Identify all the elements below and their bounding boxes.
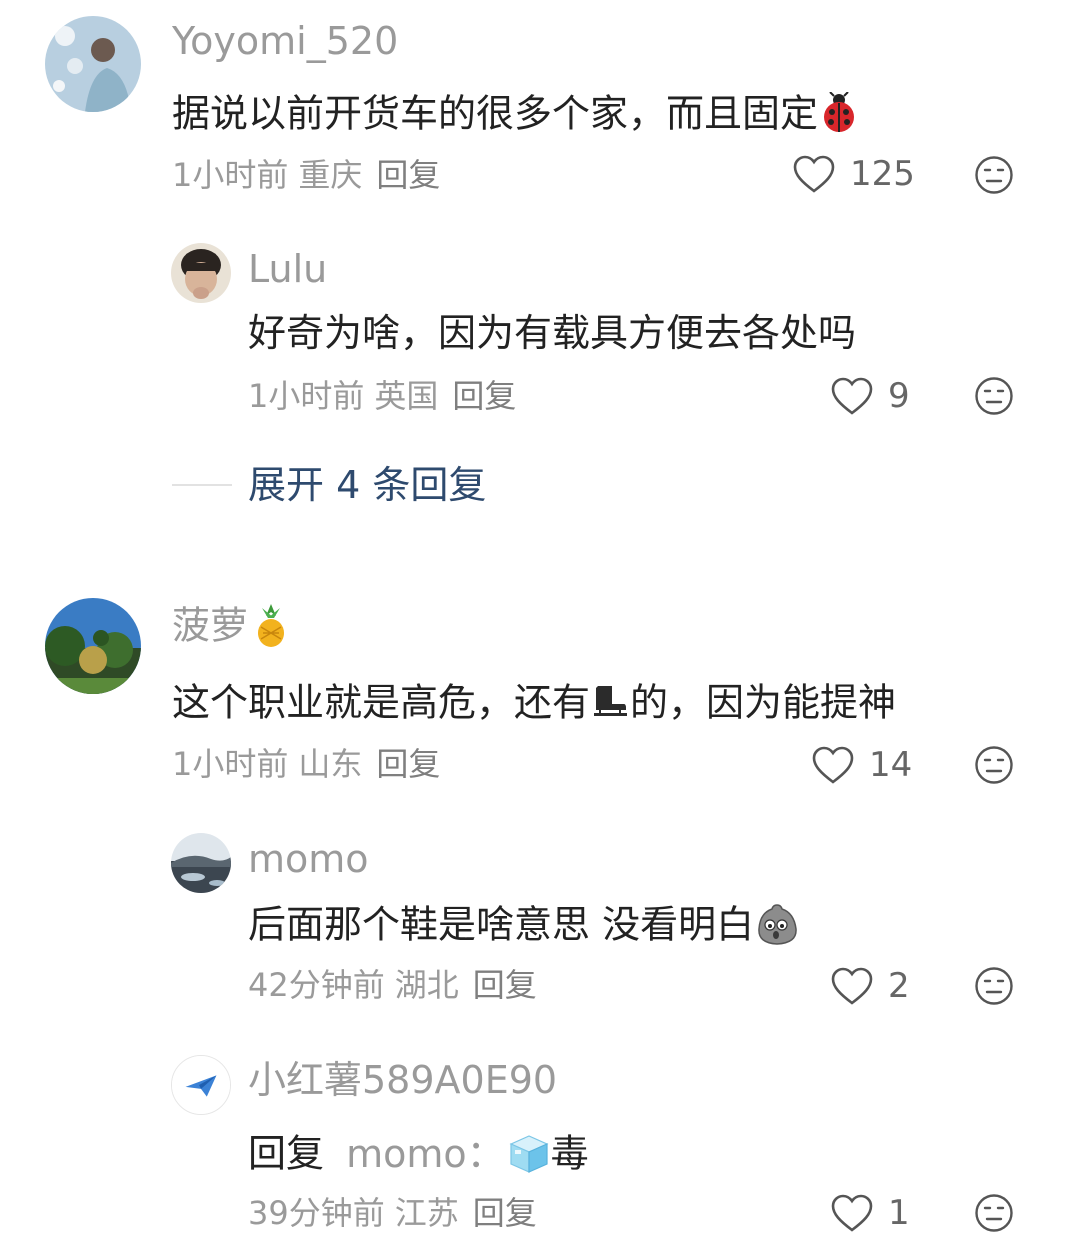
like-count: 125	[850, 154, 915, 194]
meh-face-icon[interactable]	[974, 1193, 1014, 1233]
location: 英国	[374, 377, 439, 415]
grey-blob-emoji	[754, 901, 800, 953]
meh-face-icon[interactable]	[974, 966, 1014, 1006]
like-button[interactable]: 2	[830, 966, 910, 1006]
username[interactable]: momo	[248, 840, 369, 878]
like-button[interactable]: 9	[830, 376, 910, 416]
comment-text-content: 据说以前开货车的很多个家，而且固定	[172, 91, 819, 136]
timestamp: 1小时前	[248, 377, 365, 415]
like-count: 9	[888, 376, 910, 416]
like-count: 14	[869, 745, 913, 785]
avatar[interactable]	[171, 1055, 231, 1115]
comment-text: 据说以前开货车的很多个家，而且固定	[172, 91, 860, 140]
like-button[interactable]: 125	[792, 154, 915, 194]
comment-text: 回复 momo： 毒	[248, 1130, 589, 1182]
ladybug-emoji	[818, 91, 860, 140]
comment-meta: 1小时前 重庆 回复	[172, 159, 440, 191]
ice-skate-emoji	[590, 682, 630, 728]
pineapple-emoji	[254, 602, 288, 654]
reply-button[interactable]: 回复	[452, 377, 516, 415]
heart-outline-icon	[831, 967, 873, 1005]
avatar[interactable]	[45, 598, 141, 694]
comment-text-content: 后面那个鞋是啥意思 没看明白	[248, 902, 755, 947]
timestamp: 39分钟前	[248, 1194, 385, 1232]
reply-prefix: 回复	[248, 1131, 325, 1176]
reply-button[interactable]: 回复	[376, 745, 440, 783]
reply-button[interactable]: 回复	[376, 156, 440, 194]
comment-text-content: 毒	[550, 1131, 589, 1176]
timestamp: 1小时前	[172, 156, 289, 194]
comment-text: 后面那个鞋是啥意思 没看明白	[248, 901, 800, 953]
location: 重庆	[298, 156, 363, 194]
meh-face-icon[interactable]	[974, 155, 1014, 195]
like-button[interactable]: 1	[830, 1193, 910, 1233]
timestamp: 42分钟前	[248, 966, 385, 1004]
meh-face-icon[interactable]	[974, 376, 1014, 416]
ice-cube-emoji	[505, 1130, 551, 1182]
heart-outline-icon	[793, 155, 835, 193]
reply-button[interactable]: 回复	[473, 966, 537, 1004]
comment-text: 这个职业就是高危，还有 的，因为能提神	[172, 682, 896, 728]
username[interactable]: 小红薯589A0E90	[248, 1061, 557, 1099]
comment-text-part1: 这个职业就是高危，还有	[172, 680, 591, 725]
reply-button[interactable]: 回复	[473, 1194, 537, 1232]
reply-target[interactable]: momo：	[346, 1132, 505, 1176]
heart-outline-icon	[812, 746, 854, 784]
comment-text: 好奇为啥，因为有载具方便去各处吗	[248, 311, 857, 355]
like-count: 2	[888, 966, 910, 1006]
avatar[interactable]	[45, 16, 141, 112]
comment-text-part2: 的，因为能提神	[630, 680, 897, 725]
heart-outline-icon	[831, 377, 873, 415]
comment-meta: 39分钟前 江苏 回复	[248, 1197, 537, 1229]
timestamp: 1小时前	[172, 745, 289, 783]
avatar[interactable]	[171, 833, 231, 893]
location: 江苏	[394, 1194, 459, 1232]
heart-outline-icon	[831, 1194, 873, 1232]
username-text: 菠萝	[172, 603, 249, 648]
meh-face-icon[interactable]	[974, 745, 1014, 785]
expand-replies-label: 展开 4 条回复	[248, 463, 487, 507]
location: 湖北	[394, 966, 459, 1004]
comment-meta: 1小时前 山东 回复	[172, 748, 440, 780]
username[interactable]: Lulu	[248, 250, 327, 288]
like-button[interactable]: 14	[811, 745, 912, 785]
avatar[interactable]	[171, 243, 231, 303]
username[interactable]: Yoyomi_520	[172, 22, 398, 60]
like-count: 1	[888, 1193, 910, 1233]
expand-replies-button[interactable]: 展开 4 条回复	[172, 466, 486, 504]
username[interactable]: 菠萝	[172, 602, 288, 654]
comment-meta: 1小时前 英国 回复	[248, 380, 516, 412]
comment-meta: 42分钟前 湖北 回复	[248, 969, 537, 1001]
divider	[172, 484, 232, 486]
location: 山东	[298, 745, 363, 783]
